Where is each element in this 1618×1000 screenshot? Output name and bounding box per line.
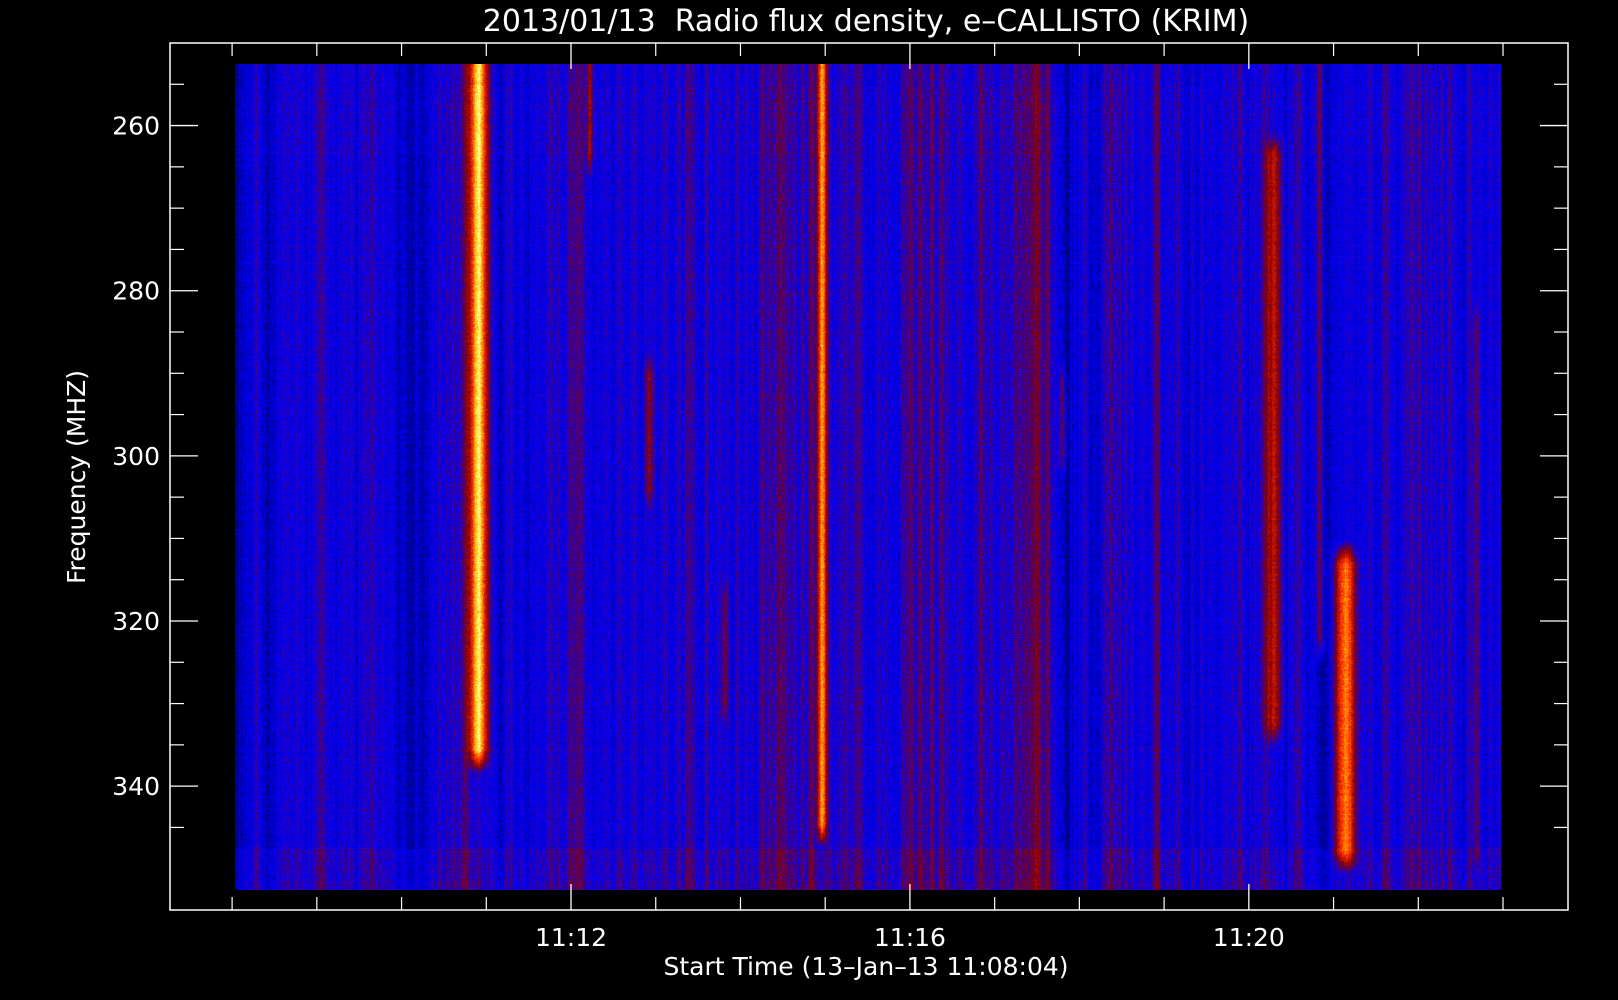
- y-tick-label: 340: [112, 772, 160, 801]
- x-axis-label: Start Time (13–Jan–13 11:08:04): [663, 952, 1068, 981]
- y-tick-label: 300: [112, 442, 160, 471]
- y-axis-label: Frequency (MHZ): [62, 370, 91, 584]
- spectrogram-image-container: [235, 64, 1501, 890]
- chart-title: 2013/01/13 Radio flux density, e–CALLIST…: [483, 4, 1249, 39]
- spectrogram-heatmap: [235, 64, 1501, 890]
- x-tick-label: 11:20: [1213, 923, 1285, 952]
- y-tick-label: 280: [112, 277, 160, 306]
- spectrogram-chart: 2013/01/13 Radio flux density, e–CALLIST…: [0, 0, 1618, 1000]
- x-tick-label: 11:12: [535, 923, 607, 952]
- x-tick-label: 11:16: [874, 923, 946, 952]
- y-tick-label: 260: [112, 112, 160, 141]
- y-tick-label: 320: [112, 607, 160, 636]
